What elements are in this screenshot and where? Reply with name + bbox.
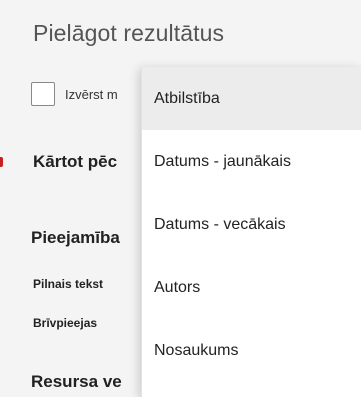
expand-label: Izvērst m xyxy=(65,86,118,102)
sort-by-label[interactable]: Kārtot pēc xyxy=(33,152,117,172)
resource-type-section-title[interactable]: Resursa ve xyxy=(31,372,122,392)
sort-option-date-newest[interactable]: Datums - jaunākais xyxy=(142,130,361,193)
sort-option-title[interactable]: Nosaukums xyxy=(142,319,361,382)
filter-open-access[interactable]: Brīvpieejas xyxy=(33,316,97,330)
refine-results-title: Pielāgot rezultātus xyxy=(33,20,225,46)
sort-option-date-oldest[interactable]: Datums - vecākais xyxy=(142,193,361,256)
availability-section-title[interactable]: Pieejamība xyxy=(31,228,120,248)
sort-option-author[interactable]: Autors xyxy=(142,256,361,319)
sort-by-row[interactable]: Kārtot pēc xyxy=(0,152,117,172)
expand-checkbox[interactable] xyxy=(31,82,55,106)
sort-option-relevance[interactable]: Atbilstība xyxy=(142,67,361,130)
active-marker xyxy=(0,157,3,167)
sort-dropdown-menu: Atbilstība Datums - jaunākais Datums - v… xyxy=(141,67,361,397)
filter-full-text[interactable]: Pilnais tekst xyxy=(33,277,103,291)
expand-option[interactable]: Izvērst m xyxy=(31,82,118,106)
